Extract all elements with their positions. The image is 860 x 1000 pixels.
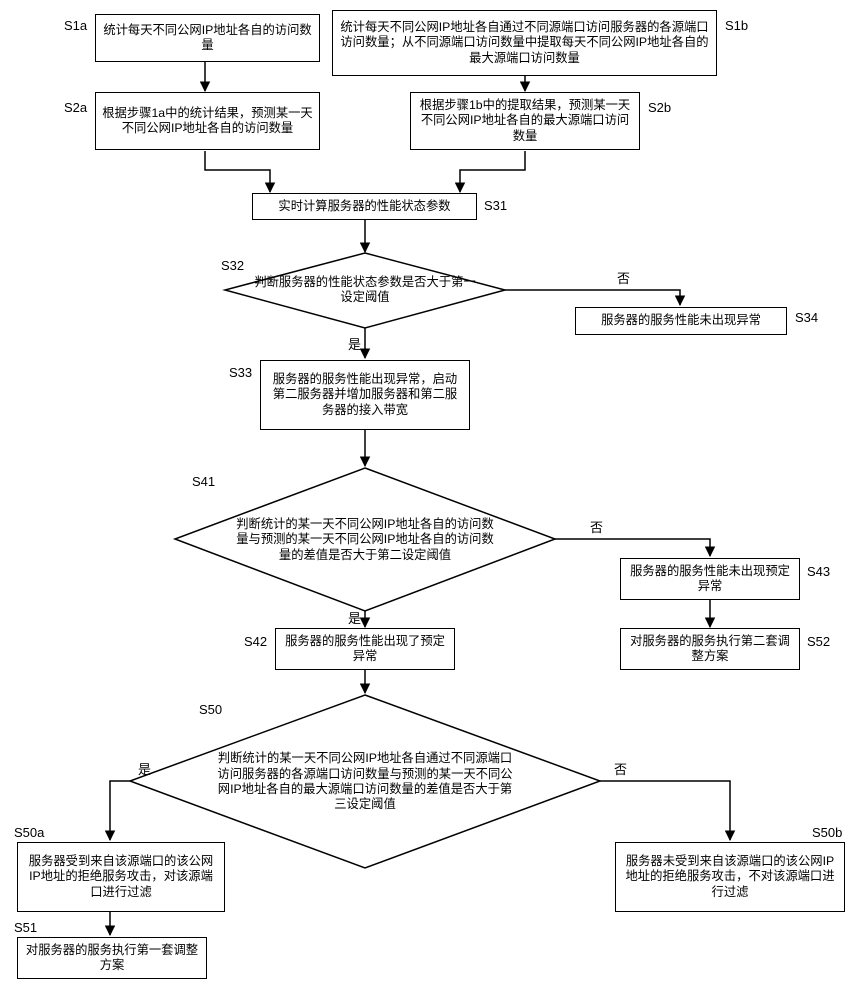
label-s2a: S2a xyxy=(62,100,89,116)
node-s32: 判断服务器的性能状态参数是否大于第一设定阈值 xyxy=(250,264,480,316)
label-s52: S52 xyxy=(805,634,832,650)
label-s41: S41 xyxy=(190,474,217,490)
node-s33-text: 服务器的服务性能出现异常，启动第二服务器并增加服务器和第二服务器的接入带宽 xyxy=(267,372,463,418)
node-s50-text: 判断统计的某一天不同公网IP地址各自通过不同源端口访问服务器的各源端口访问数量与… xyxy=(213,751,517,812)
node-s50: 判断统计的某一天不同公网IP地址各自通过不同源端口访问服务器的各源端口访问数量与… xyxy=(213,720,517,844)
label-s1b: S1b xyxy=(723,18,750,34)
node-s50b-text: 服务器未受到来自该源端口的该公网IP地址的拒绝服务攻击，不对该源端口进行过滤 xyxy=(622,854,838,900)
node-s1a: 统计每天不同公网IP地址各自的访问数量 xyxy=(95,14,320,62)
label-s51: S51 xyxy=(12,920,39,936)
edge-s50-no: 否 xyxy=(614,762,627,778)
node-s43-text: 服务器的服务性能未出现预定异常 xyxy=(627,564,793,595)
label-s34: S34 xyxy=(793,310,820,326)
node-s2b-text: 根据步骤1b中的提取结果，预测某一天不同公网IP地址各自的最大源端口访问数量 xyxy=(417,98,633,144)
node-s51: 对服务器的服务执行第一套调整方案 xyxy=(17,937,207,979)
edge-s32-yes: 是 xyxy=(348,337,361,353)
node-s2a: 根据步骤1a中的统计结果，预测某一天不同公网IP地址各自的访问数量 xyxy=(95,92,320,150)
label-s43: S43 xyxy=(805,564,832,580)
label-s1a: S1a xyxy=(62,18,89,34)
label-s50: S50 xyxy=(197,702,224,718)
node-s1b: 统计每天不同公网IP地址各自通过不同源端口访问服务器的各源端口访问数量；从不同源… xyxy=(332,10,717,76)
node-s52: 对服务器的服务执行第二套调整方案 xyxy=(620,628,800,670)
node-s50b: 服务器未受到来自该源端口的该公网IP地址的拒绝服务攻击，不对该源端口进行过滤 xyxy=(615,842,845,912)
node-s51-text: 对服务器的服务执行第一套调整方案 xyxy=(24,943,200,974)
node-s1a-text: 统计每天不同公网IP地址各自的访问数量 xyxy=(102,23,313,54)
node-s42-text: 服务器的服务性能出现了预定异常 xyxy=(282,634,448,665)
node-s2a-text: 根据步骤1a中的统计结果，预测某一天不同公网IP地址各自的访问数量 xyxy=(102,106,313,137)
node-s33: 服务器的服务性能出现异常，启动第二服务器并增加服务器和第二服务器的接入带宽 xyxy=(260,360,470,430)
label-s32: S32 xyxy=(219,258,246,274)
label-s31: S31 xyxy=(482,198,509,214)
label-s42: S42 xyxy=(242,634,269,650)
node-s1b-text: 统计每天不同公网IP地址各自通过不同源端口访问服务器的各源端口访问数量；从不同源… xyxy=(339,20,710,66)
label-s50a: S50a xyxy=(12,825,46,841)
node-s31-text: 实时计算服务器的性能状态参数 xyxy=(259,199,470,214)
label-s2b: S2b xyxy=(646,100,673,116)
label-s33: S33 xyxy=(227,365,254,381)
edge-s41-no: 否 xyxy=(590,520,603,536)
node-s32-text: 判断服务器的性能状态参数是否大于第一设定阈值 xyxy=(250,275,480,306)
node-s2b: 根据步骤1b中的提取结果，预测某一天不同公网IP地址各自的最大源端口访问数量 xyxy=(410,92,640,150)
node-s50a-text: 服务器受到来自该源端口的该公网IP地址的拒绝服务攻击，对该源端口进行过滤 xyxy=(24,854,218,900)
node-s34-text: 服务器的服务性能未出现异常 xyxy=(582,313,780,328)
node-s31: 实时计算服务器的性能状态参数 xyxy=(252,193,477,220)
node-s41: 判断统计的某一天不同公网IP地址各自的访问数量与预测的某一天不同公网IP地址各自… xyxy=(232,494,498,586)
node-s42: 服务器的服务性能出现了预定异常 xyxy=(275,628,455,670)
edge-s41-yes: 是 xyxy=(348,611,361,627)
edge-s50-yes: 是 xyxy=(138,762,151,778)
node-s50a: 服务器受到来自该源端口的该公网IP地址的拒绝服务攻击，对该源端口进行过滤 xyxy=(17,842,225,912)
node-s52-text: 对服务器的服务执行第二套调整方案 xyxy=(627,634,793,665)
edge-s32-no: 否 xyxy=(617,271,630,287)
node-s43: 服务器的服务性能未出现预定异常 xyxy=(620,558,800,600)
flowchart-canvas: 统计每天不同公网IP地址各自的访问数量 S1a 统计每天不同公网IP地址各自通过… xyxy=(0,0,860,1000)
node-s34: 服务器的服务性能未出现异常 xyxy=(575,307,787,335)
label-s50b: S50b xyxy=(810,825,844,841)
node-s41-text: 判断统计的某一天不同公网IP地址各自的访问数量与预测的某一天不同公网IP地址各自… xyxy=(232,517,498,563)
